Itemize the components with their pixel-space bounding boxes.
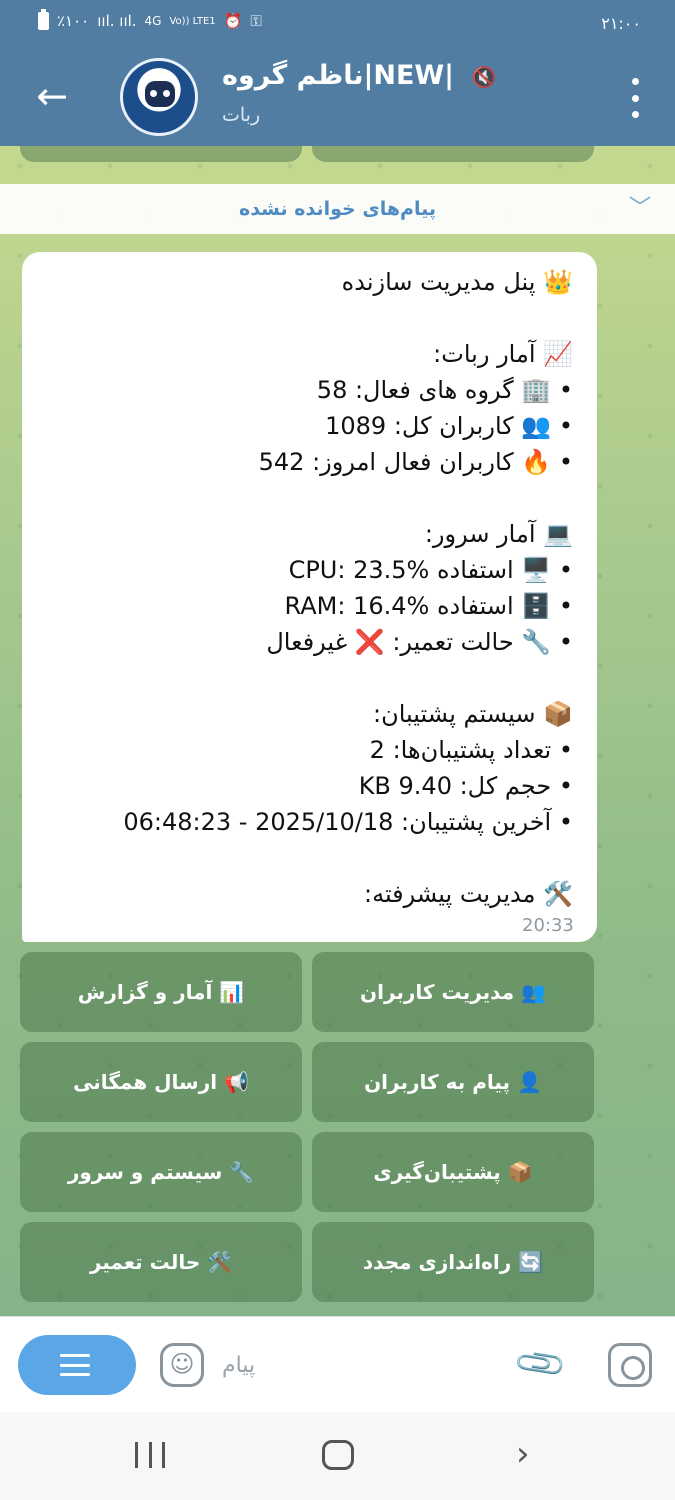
keyboard-button[interactable]: 🔧 سیستم و سرور bbox=[20, 1132, 302, 1212]
previous-keyboard-button[interactable] bbox=[312, 146, 594, 162]
nav-back-icon[interactable]: › bbox=[516, 1434, 530, 1474]
status-icons: ٪۱۰۰ ııl. ııl. 4G Vo)) LTE1 ⏰ ⚿ bbox=[38, 9, 262, 30]
keyboard-button[interactable]: 👥 مدیریت کاربران bbox=[312, 952, 594, 1032]
message-line: 👑 پنل مدیریت سازنده bbox=[341, 268, 573, 296]
status-time: ۲۱:۰۰ bbox=[601, 14, 641, 33]
keyboard-button[interactable]: 👤 پیام به کاربران bbox=[312, 1042, 594, 1122]
menu-icon bbox=[60, 1354, 90, 1376]
previous-keyboard-button[interactable] bbox=[20, 146, 302, 162]
battery-icon bbox=[38, 9, 49, 30]
message-input-bar: ☺ 📎 bbox=[0, 1316, 675, 1412]
keyboard-button[interactable]: 📢 ارسال همگانی bbox=[20, 1042, 302, 1122]
message-line: • 👥 کاربران کل: 1089 bbox=[325, 412, 573, 440]
recent-apps-icon[interactable] bbox=[135, 1442, 165, 1468]
robot-icon bbox=[145, 81, 175, 107]
message-text: 👑 پنل مدیریت سازنده 📈 آمار ربات: • 🏢 گروه … bbox=[46, 264, 573, 912]
message-line: • 🏢 گروه های فعال: 58 bbox=[316, 376, 573, 404]
message-line: • حجم کل: 9.40 KB bbox=[358, 772, 573, 800]
signal-icon: ııl. ııl. bbox=[97, 12, 137, 30]
mute-icon: 🔇 bbox=[471, 65, 497, 89]
unread-label: پیام‌های خوانده نشده bbox=[238, 198, 436, 220]
system-nav-bar: › bbox=[0, 1412, 675, 1500]
message-time: 20:33 bbox=[522, 915, 574, 936]
camera-icon[interactable] bbox=[608, 1343, 652, 1387]
chevron-down-icon[interactable]: ﹀ bbox=[629, 184, 651, 234]
battery-percent: ٪۱۰۰ bbox=[57, 12, 90, 30]
message-line: • 🖥️ استفاده CPU: 23.5% bbox=[288, 556, 573, 584]
message-line: • 🔧 حالت تعمیر: ❌ غیرفعال bbox=[266, 628, 573, 656]
message-line: 💻 آمار سرور: bbox=[424, 520, 573, 548]
keyboard-button[interactable]: 📦 پشتیبان‌گیری bbox=[312, 1132, 594, 1212]
message-line: 📈 آمار ربات: bbox=[433, 340, 573, 368]
lte-indicator: Vo)) LTE1 bbox=[169, 15, 216, 27]
bot-avatar[interactable] bbox=[120, 58, 198, 136]
chat-subtitle: ربات bbox=[222, 104, 261, 126]
keyboard-button[interactable]: 🛠️ حالت تعمیر bbox=[20, 1222, 302, 1302]
sticker-icon[interactable]: ☺ bbox=[160, 1343, 204, 1387]
alarm-icon: ⏰ bbox=[223, 12, 243, 30]
more-options-icon[interactable] bbox=[625, 78, 645, 118]
message-bubble[interactable]: 👑 پنل مدیریت سازنده 📈 آمار ربات: • 🏢 گروه … bbox=[22, 252, 597, 942]
status-bar: ٪۱۰۰ ııl. ııl. 4G Vo)) LTE1 ⏰ ⚿ ۲۱:۰۰ bbox=[0, 0, 675, 48]
chat-header: ← ناظم گروه|NEW| 🔇 ربات bbox=[0, 48, 675, 146]
chat-area[interactable]: پیام‌های خوانده نشده ﹀ 👑 پنل مدیریت سازن… bbox=[0, 146, 675, 1316]
network-type: 4G bbox=[144, 14, 162, 28]
bot-menu-button[interactable] bbox=[18, 1335, 136, 1395]
keyboard-button[interactable]: 📊 آمار و گزارش bbox=[20, 952, 302, 1032]
unread-divider: پیام‌های خوانده نشده ﹀ bbox=[0, 184, 675, 234]
message-input[interactable] bbox=[222, 1345, 482, 1385]
back-arrow-icon[interactable]: ← bbox=[30, 74, 74, 118]
message-line: • 🔥 کاربران فعال امروز: 542 bbox=[258, 448, 573, 476]
message-line: 📦 سیستم پشتیبان: bbox=[373, 700, 573, 728]
chat-title-text: ناظم گروه|NEW| bbox=[222, 60, 455, 91]
attach-icon[interactable]: 📎 bbox=[507, 1330, 574, 1398]
message-line: 🛠️ مدیریت پیشرفته: bbox=[363, 880, 573, 908]
keyboard-button[interactable]: 🔄 راه‌اندازی مجدد bbox=[312, 1222, 594, 1302]
message-line: • 🗄️ استفاده RAM: 16.4% bbox=[284, 592, 573, 620]
chat-title[interactable]: ناظم گروه|NEW| 🔇 bbox=[222, 60, 496, 91]
key-icon: ⚿ bbox=[250, 12, 262, 30]
message-line: • آخرین پشتیبان: 2025/10/18 - 06:48:23 bbox=[123, 808, 573, 836]
home-icon[interactable] bbox=[322, 1440, 354, 1470]
message-line: • تعداد پشتیبان‌ها: 2 bbox=[369, 736, 573, 764]
